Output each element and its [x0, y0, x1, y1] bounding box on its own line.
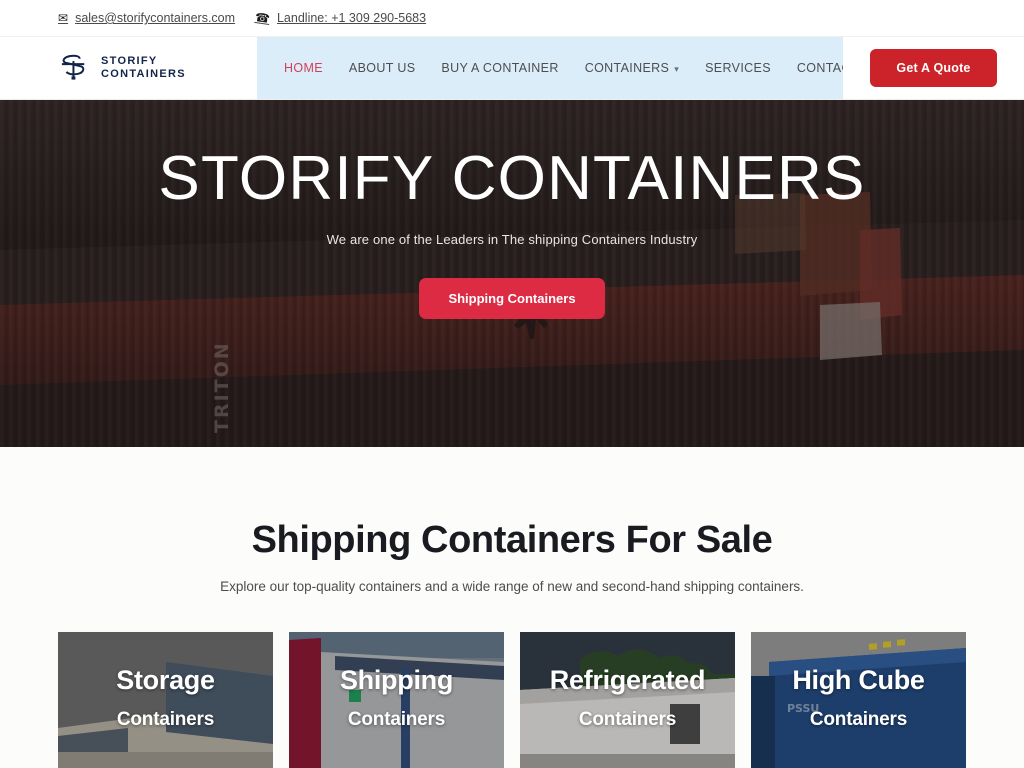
phone-link[interactable]: ☎ Landline: +1 309 290-5683	[254, 10, 427, 26]
hero-banner: TRITON STORIFY CONTAINERS We are one of …	[0, 100, 1024, 447]
get-a-quote-button[interactable]: Get A Quote	[870, 49, 997, 87]
card-title-line2: Containers	[347, 708, 446, 730]
nav-item-about-us[interactable]: ABOUT US	[336, 61, 428, 75]
main-navigation: HOME ABOUT US BUY A CONTAINER CONTAINERS…	[257, 37, 880, 99]
logo-monogram-icon	[61, 54, 85, 80]
card-title-line2: Containers	[578, 708, 677, 730]
product-card-grid: Storage Containers Shipping Containers R…	[0, 632, 1024, 768]
card-title-line1: Shipping	[339, 665, 454, 695]
product-card-high-cube[interactable]: PSSU High Cube Containers	[751, 632, 966, 768]
hero-title: STORIFY CONTAINERS	[158, 144, 866, 213]
section-title: Shipping Containers For Sale	[251, 519, 773, 561]
quote-area: Get A Quote	[843, 37, 1024, 99]
logo-wordmark: STORIFY CONTAINERS	[101, 55, 186, 81]
nav-label: SERVICES	[705, 61, 771, 75]
product-card-shipping[interactable]: Shipping Containers	[289, 632, 504, 768]
nav-label: ABOUT US	[348, 61, 416, 75]
nav-item-home[interactable]: HOME	[271, 61, 336, 75]
nav-label: BUY A CONTAINER	[441, 61, 559, 75]
product-card-refrigerated[interactable]: Refrigerated Containers	[520, 632, 735, 768]
card-title-line1: Storage	[116, 665, 215, 695]
phone-icon: ☎	[254, 10, 271, 26]
nav-item-buy-a-container[interactable]: BUY A CONTAINER	[428, 61, 571, 75]
card-title-line1: Refrigerated	[549, 665, 706, 695]
hero-content: STORIFY CONTAINERS We are one of the Lea…	[0, 100, 1024, 447]
products-section: Shipping Containers For Sale Explore our…	[0, 447, 1024, 768]
card-caption: Refrigerated Containers	[520, 665, 735, 731]
card-title-line2: Containers	[116, 708, 215, 730]
shipping-containers-cta-button[interactable]: Shipping Containers	[419, 278, 605, 320]
top-contact-bar: ✉ sales@storifycontainers.com ☎ Landline…	[0, 0, 1024, 37]
card-title-line2: Containers	[809, 708, 908, 730]
nav-item-services[interactable]: SERVICES	[692, 61, 784, 75]
email-text: sales@storifycontainers.com	[75, 11, 236, 25]
phone-text: Landline: +1 309 290-5683	[276, 11, 427, 25]
email-link[interactable]: ✉ sales@storifycontainers.com	[58, 11, 235, 25]
logo-line-1: STORIFY	[101, 55, 158, 68]
card-title-line1: High Cube	[792, 665, 925, 695]
nav-label: CONTAINERS	[584, 61, 670, 75]
product-card-storage[interactable]: Storage Containers	[58, 632, 273, 768]
nav-label: HOME	[284, 61, 323, 75]
hero-subtitle: We are one of the Leaders in The shippin…	[326, 232, 698, 248]
site-header: STORIFY CONTAINERS HOME ABOUT US BUY A C…	[0, 37, 1024, 100]
logo[interactable]: STORIFY CONTAINERS	[0, 37, 257, 99]
section-subtitle: Explore our top-quality containers and a…	[220, 579, 804, 594]
chevron-down-icon: ▾	[674, 63, 680, 74]
nav-item-containers[interactable]: CONTAINERS ▾	[572, 61, 692, 75]
envelope-icon: ✉	[58, 11, 69, 25]
card-caption: High Cube Containers	[751, 665, 966, 731]
logo-line-2: CONTAINERS	[101, 68, 186, 80]
card-caption: Shipping Containers	[289, 665, 504, 731]
card-caption: Storage Containers	[58, 665, 273, 731]
